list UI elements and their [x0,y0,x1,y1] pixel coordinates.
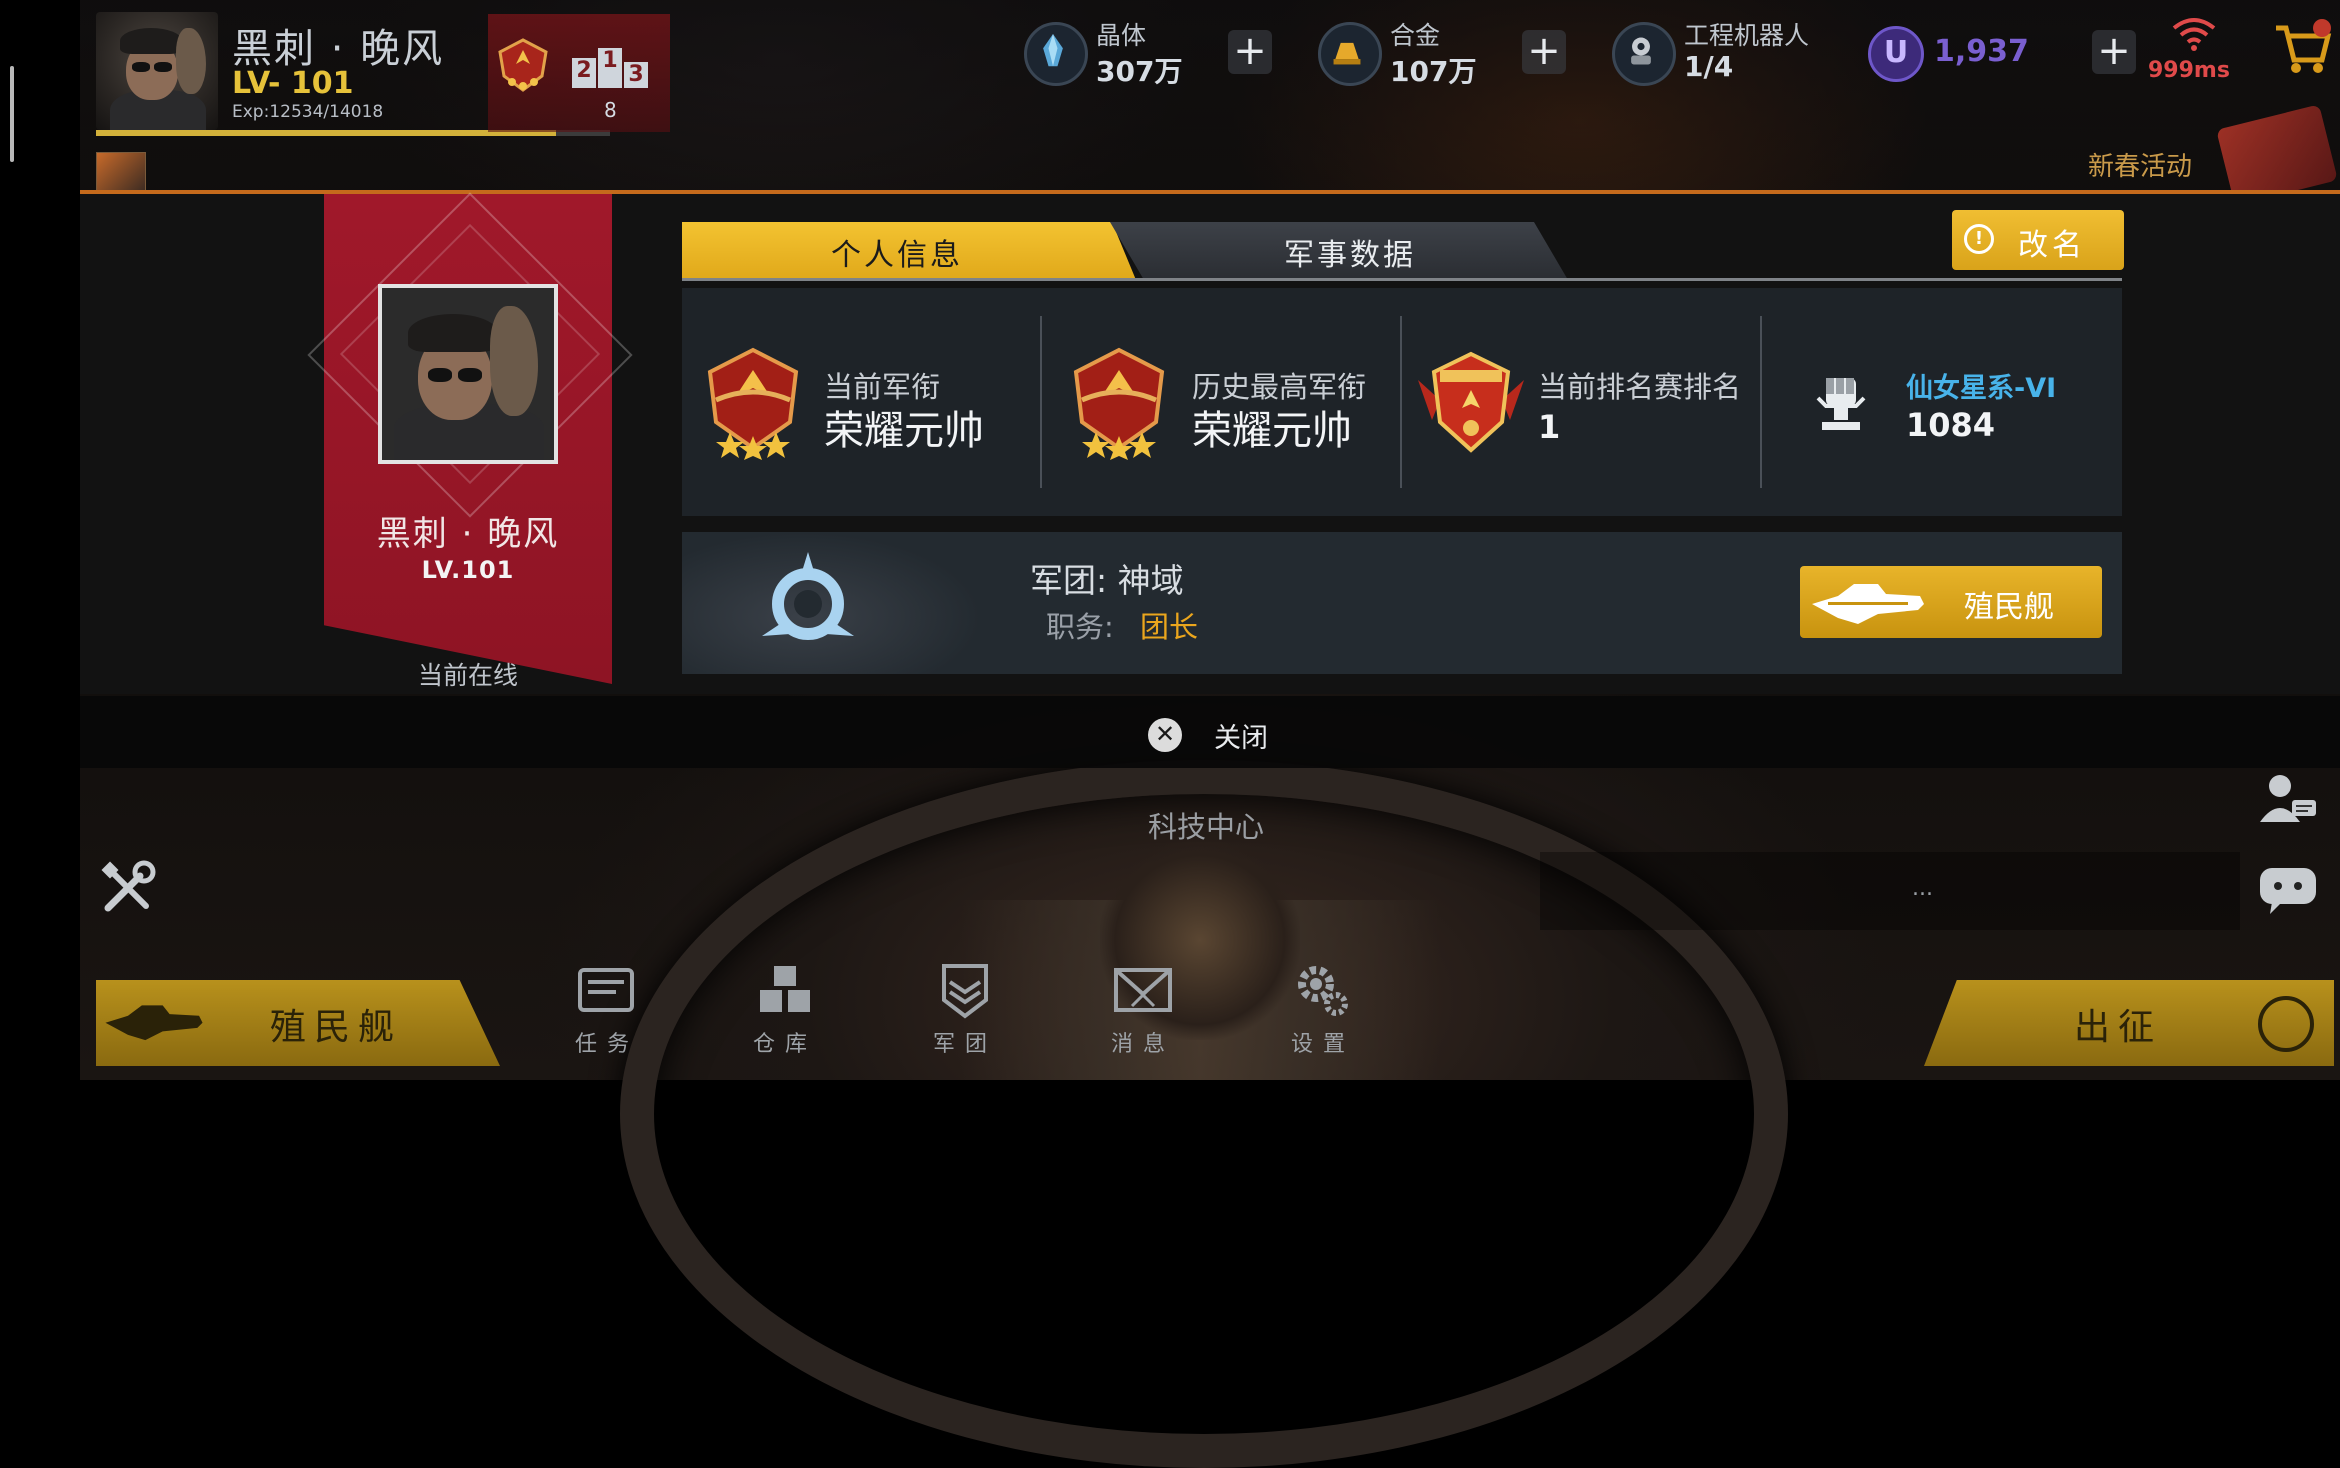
alloy-icon [1318,22,1382,86]
legion-chevron-icon [942,964,988,1019]
nav-item-legion[interactable]: 军团 [880,960,1050,1070]
fist-trophy-icon [1816,378,1866,430]
network-ping: 999ms [2148,58,2230,83]
rank-emblem-icon [498,38,548,92]
legion-name[interactable]: 军团: 神域 [1030,554,1184,602]
nav-item-label: 设置 [1290,1032,1355,1057]
galaxy-rank-score: 1084 [1906,406,1996,444]
premium-currency-icon: U [1868,26,1924,82]
nav-item-settings[interactable]: 设置 [1238,960,1408,1070]
colony-ship-button-label[interactable]: 殖民舰 [1964,582,2054,626]
tasks-icon [578,968,634,1012]
player-exp: Exp:12534/14018 [232,102,384,122]
resource-value: 107万 [1390,55,1477,88]
modal-edge-fade [2140,194,2340,694]
colony-ship-icon [105,1005,203,1041]
legion-duty-label: 职务: [1046,610,1114,644]
legion-emblem-icon [762,552,854,640]
resource-label: 晶体 [1096,21,1147,50]
stat-divider [1040,316,1042,488]
nav-item-label: 消息 [1110,1032,1175,1057]
player-avatar[interactable] [96,12,218,130]
ranking-match-value: 1 [1538,408,1561,446]
add-premium-currency-button[interactable]: + [2092,30,2136,74]
exp-progress-fill [96,130,556,136]
deploy-button-label[interactable]: 出征 [2074,998,2162,1050]
ranking-badge-icon [1418,351,1524,453]
nav-item-tasks[interactable]: 任务 [522,960,692,1070]
nav-item-label: 军团 [932,1032,997,1057]
podium-first: 1 [598,48,622,88]
stat-divider [1400,316,1402,488]
add-crystal-button[interactable]: + [1228,30,1272,74]
warehouse-boxes-icon [760,966,810,1012]
resource-value: 1/4 [1684,50,1734,83]
colony-ship-icon [1812,584,1924,624]
close-button-label[interactable]: 关闭 [1214,716,1268,755]
tech-center-label[interactable]: 科技中心 [1148,804,1264,846]
system-side-strip [0,0,80,1080]
podium-second: 2 [572,58,596,88]
chat-placeholder: ... [1912,876,1933,901]
spring-festival-event-label[interactable]: 新春活动 [2088,146,2192,183]
chat-bubble-icon[interactable] [2256,864,2320,916]
target-crosshair-icon [2258,996,2314,1052]
colony-ship-main-label[interactable]: 殖民舰 [270,998,402,1050]
friends-icon[interactable] [2256,770,2318,826]
settings-gears-icon [1298,966,1348,1016]
online-status: 当前在线 [417,661,518,690]
buff-thumbnail[interactable] [96,152,146,194]
rename-button-label[interactable]: 改名 [2018,220,2086,264]
ranking-count: 8 [604,98,617,122]
crystal-icon [1024,22,1088,86]
stat-divider [1760,316,1762,488]
resource-label: 合金 [1390,21,1441,50]
add-alloy-button[interactable]: + [1522,30,1566,74]
system-drag-handle[interactable] [10,66,14,162]
nav-item-messages[interactable]: 消息 [1058,960,1228,1070]
galaxy-rank-name[interactable]: 仙女星系-VI [1906,366,2056,405]
profile-player-name: 黑刺 · 晚风 [376,514,560,554]
nav-item-warehouse[interactable]: 仓库 [700,960,870,1070]
nav-item-label: 任务 [574,1032,639,1057]
podium-third: 3 [624,62,648,88]
chat-input-bar[interactable] [1540,852,2240,930]
legion-duty-value: 团长 [1140,610,1199,644]
robot-icon [1612,22,1676,86]
premium-currency-value: 1,937 [1934,34,2029,69]
current-rank-value: 荣耀元帅 [824,408,984,454]
tab-military-data-label[interactable]: 军事数据 [1140,230,1560,274]
wifi-icon [2172,18,2216,51]
player-level: LV- 101 [232,66,354,101]
highest-rank-value: 荣耀元帅 [1192,408,1352,454]
profile-player-level: LV.101 [421,556,515,584]
close-bar[interactable] [80,696,2340,768]
nav-item-label: 仓库 [752,1032,817,1057]
resource-label: 工程机器人 [1684,21,1810,50]
tab-personal-info-label[interactable]: 个人信息 [682,230,1112,274]
resource-value: 307万 [1096,55,1183,88]
shop-cart-icon[interactable] [2270,16,2334,80]
messages-icon [1114,968,1172,1012]
tools-icon[interactable] [98,858,158,918]
rank-medal-icon [707,347,799,460]
tab-underline [682,278,2122,281]
highest-rank-medal-icon [1073,347,1165,460]
ranking-match-label: 当前排名赛排名 [1538,370,1742,404]
profile-portrait[interactable] [378,284,558,464]
warning-icon: ! [1964,224,1994,254]
close-icon[interactable]: ✕ [1148,718,1182,752]
